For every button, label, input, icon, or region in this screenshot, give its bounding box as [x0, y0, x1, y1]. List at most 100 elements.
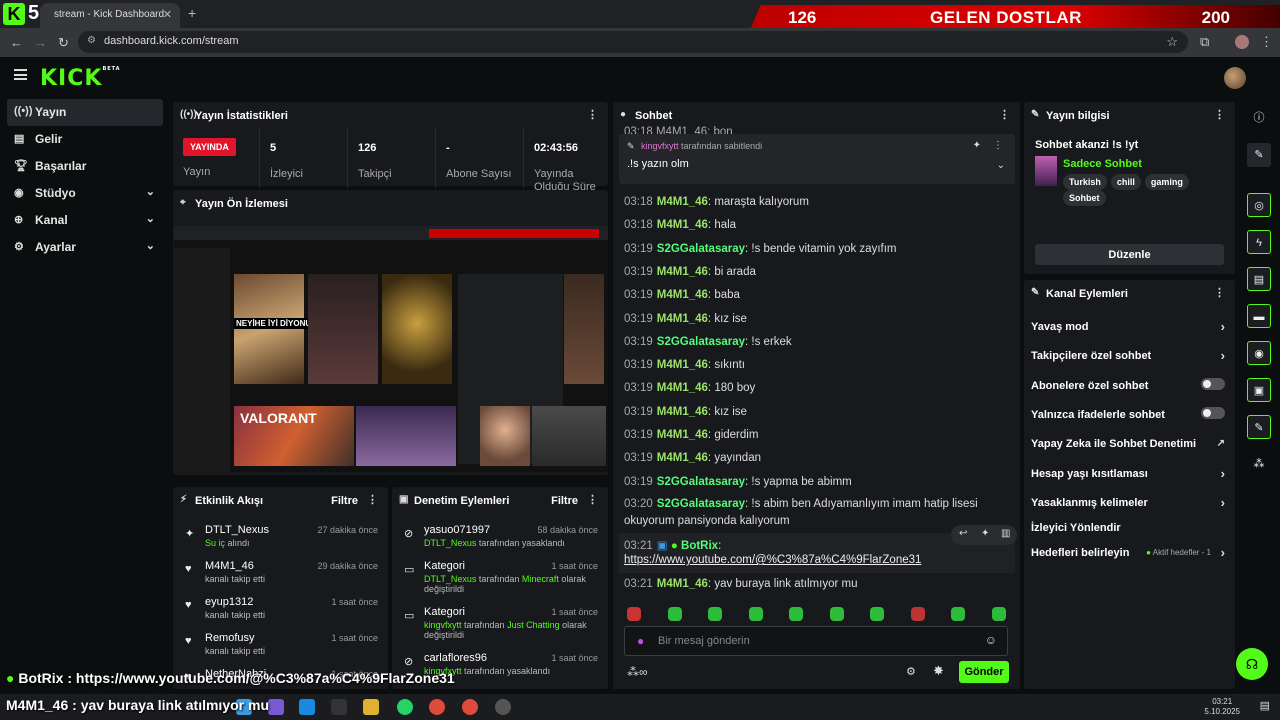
chat-user[interactable]: M4M1_46	[657, 313, 708, 325]
emote-icon[interactable]	[627, 607, 641, 621]
emote-icon[interactable]	[951, 607, 965, 621]
moderation-icon[interactable]: ✸	[933, 663, 944, 679]
whatsapp-icon[interactable]	[397, 699, 413, 715]
site-info-icon[interactable]: ⚙	[87, 35, 96, 46]
more-menu-icon[interactable]: ⋮	[367, 493, 378, 506]
chat-user[interactable]: M4M1_46	[657, 429, 708, 441]
forward-icon[interactable]: →	[34, 35, 47, 50]
emote-icon[interactable]	[668, 607, 682, 621]
edge-icon[interactable]	[299, 699, 315, 715]
stream-preview-video[interactable]: NEYİHE İYİ DİYONUZ! VALORANT	[174, 226, 608, 472]
system-clock[interactable]: 03:21 5.10.2025	[1204, 697, 1240, 717]
obs-icon[interactable]	[495, 699, 511, 715]
chat-user[interactable]: M4M1_46	[657, 219, 708, 231]
taskbar-app-icon[interactable]	[268, 699, 284, 715]
edit-pencil-icon[interactable]: ✎	[1247, 143, 1271, 167]
microphone-icon[interactable]: ●	[637, 634, 644, 648]
emote-icon[interactable]	[789, 607, 803, 621]
sidebar-item-basarilar[interactable]: 🏆︎ Başarılar	[7, 153, 163, 180]
bookmark-star-icon[interactable]: ☆	[1166, 34, 1178, 50]
document-icon[interactable]: ▤	[1247, 267, 1271, 291]
unpin-icon[interactable]: ✦	[973, 140, 981, 151]
filter-button[interactable]: Filtre	[551, 495, 578, 507]
points-icon[interactable]: ⁂∞	[627, 665, 648, 679]
chat-user[interactable]: S2GGalatasaray	[657, 336, 745, 348]
profile-icon[interactable]	[1235, 35, 1249, 49]
action-account-age[interactable]: Hesap yaşı kısıtlaması ›	[1031, 466, 1225, 496]
chat-user[interactable]: M4M1_46	[657, 452, 708, 464]
focus-icon[interactable]: ◎	[1247, 193, 1271, 217]
pin-icon[interactable]: ✦	[981, 528, 989, 539]
emote-icon[interactable]	[992, 607, 1006, 621]
chrome-icon[interactable]	[462, 699, 478, 715]
chat-bubble-icon[interactable]: ▬	[1247, 304, 1271, 328]
chat-user[interactable]: BotRix	[681, 540, 718, 552]
url-field[interactable]: ⚙ dashboard.kick.com/stream ☆	[78, 31, 1188, 53]
chat-user[interactable]: M4M1_46	[657, 382, 708, 394]
action-slow-mode[interactable]: Yavaş mod ›	[1031, 319, 1225, 349]
chat-input[interactable]: ● Bir mesaj gönderin ☺	[624, 626, 1008, 656]
support-icon[interactable]: ☊	[1236, 648, 1268, 680]
chevron-down-icon[interactable]: ⌄	[997, 160, 1005, 171]
subs-only-toggle[interactable]	[1201, 378, 1225, 390]
emote-icon[interactable]	[830, 607, 844, 621]
browser-tab[interactable]: stream - Kick Dashboard ✕	[40, 3, 180, 28]
taskbar-app-icon[interactable]	[331, 699, 347, 715]
chat-user[interactable]: M4M1_46	[657, 359, 708, 371]
lightning-icon[interactable]: ϟ	[1247, 230, 1271, 254]
kick-logo[interactable]: KICKBETA	[40, 66, 121, 91]
more-menu-icon[interactable]: ⋮	[1214, 108, 1225, 121]
action-goals[interactable]: Hedefleri belirleyin ● Aktif hedefler - 1…	[1031, 545, 1225, 575]
chrome-icon[interactable]	[429, 699, 445, 715]
action-host[interactable]: İzleyici Yönlendir	[1031, 522, 1225, 550]
sidebar-item-yayin[interactable]: ((•)) Yayın	[7, 99, 163, 126]
new-tab-icon[interactable]: +	[188, 5, 196, 21]
action-subs-only[interactable]: Abonelere özel sohbet	[1031, 378, 1225, 408]
browser-menu-icon[interactable]: ⋮	[1260, 34, 1273, 50]
folder-icon[interactable]	[363, 699, 379, 715]
edit-button[interactable]: Düzenle	[1035, 244, 1224, 265]
notification-icon[interactable]: ▤	[1260, 699, 1270, 712]
info-icon[interactable]: ⓘ	[1247, 106, 1271, 130]
action-followers-only[interactable]: Takipçilere özel sohbet ›	[1031, 348, 1225, 378]
chat-link[interactable]: https://www.youtube.com/@%C3%87a%C4%9Fla…	[624, 554, 921, 566]
sidebar-item-ayarlar[interactable]: ⚙ Ayarlar ⌄	[7, 234, 163, 261]
action-banned-words[interactable]: Yasaklanmış kelimeler ›	[1031, 495, 1225, 525]
emote-icon[interactable]	[749, 607, 763, 621]
chat-user[interactable]: S2GGalatasaray	[657, 243, 745, 255]
chat-user[interactable]: M4M1_46	[657, 406, 708, 418]
reply-icon[interactable]: ↩	[959, 528, 967, 539]
chat-settings-icon[interactable]: ⚙	[906, 665, 916, 678]
chat-user[interactable]: S2GGalatasaray	[657, 476, 745, 488]
more-menu-icon[interactable]: ⋮	[999, 108, 1010, 121]
emoji-icon[interactable]: ☺	[985, 633, 997, 647]
more-menu-icon[interactable]: ⋮	[993, 140, 1003, 151]
action-ai-moderation[interactable]: Yapay Zeka ile Sohbet Denetimi ↗	[1031, 438, 1225, 466]
sidebar-item-gelir[interactable]: ▤ Gelir	[7, 126, 163, 153]
chat-user[interactable]: M4M1_46	[657, 578, 708, 590]
wrench-icon[interactable]: ✎	[1247, 415, 1271, 439]
extensions-icon[interactable]: ⧉	[1200, 34, 1209, 50]
emote-icon[interactable]	[708, 607, 722, 621]
more-menu-icon[interactable]: ⋮	[587, 493, 598, 506]
send-button[interactable]: Gönder	[959, 661, 1009, 683]
close-tab-icon[interactable]: ✕	[163, 8, 172, 21]
delete-icon[interactable]: ▥	[1001, 528, 1010, 539]
broadcast-icon[interactable]: ◉	[1247, 341, 1271, 365]
filter-button[interactable]: Filtre	[331, 495, 358, 507]
user-avatar[interactable]	[1224, 67, 1246, 89]
chat-user[interactable]: S2GGalatasaray	[657, 498, 745, 510]
emote-only-toggle[interactable]	[1201, 407, 1225, 419]
back-icon[interactable]: ←	[10, 35, 23, 50]
chat-user[interactable]: M4M1_46	[657, 266, 708, 278]
sidebar-item-kanal[interactable]: ⊕ Kanal ⌄	[7, 207, 163, 234]
emote-icon[interactable]	[911, 607, 925, 621]
chat-user[interactable]: M4M1_46	[657, 196, 708, 208]
chat-user[interactable]: M4M1_46	[657, 289, 708, 301]
menu-hamburger-icon[interactable]	[14, 69, 27, 80]
moderation-icon[interactable]: ▣	[1247, 378, 1271, 402]
action-emote-only[interactable]: Yalnızca ifadelerle sohbet	[1031, 407, 1225, 437]
more-menu-icon[interactable]: ⋮	[587, 108, 598, 121]
sidebar-item-studyo[interactable]: ◉ Stüdyo ⌄	[7, 180, 163, 207]
reload-icon[interactable]: ↻	[58, 35, 69, 51]
